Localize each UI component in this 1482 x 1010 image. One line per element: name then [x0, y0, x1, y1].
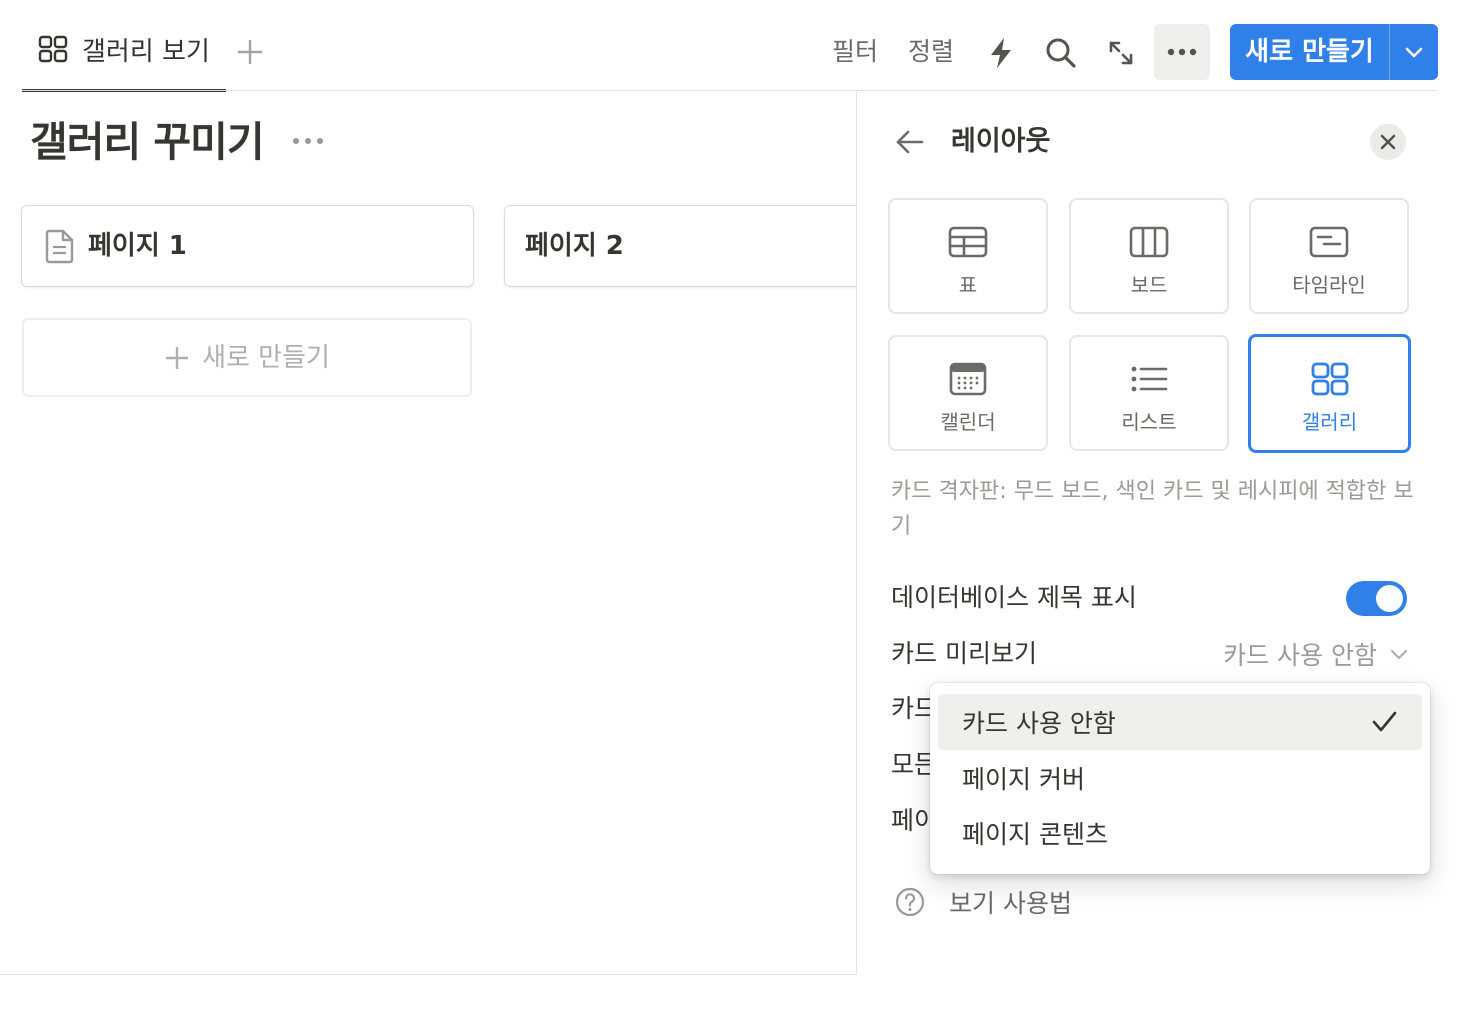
layout-label: 리스트	[1121, 410, 1177, 434]
expand-icon[interactable]	[1104, 36, 1138, 70]
gallery-card[interactable]: 페이지 1	[21, 205, 474, 287]
calendar-icon	[949, 362, 987, 396]
layout-option-timeline[interactable]: 타임라인	[1249, 198, 1409, 314]
board-icon	[1129, 226, 1169, 258]
new-button-dropdown[interactable]	[1390, 24, 1438, 80]
page-document-icon	[45, 229, 74, 264]
question-circle-icon	[895, 887, 925, 917]
layout-option-calendar[interactable]: 캘린더	[888, 335, 1048, 451]
layout-option-board[interactable]: 보드	[1069, 198, 1229, 314]
chevron-down-icon	[1390, 649, 1408, 660]
help-link[interactable]: 보기 사용법	[895, 884, 1072, 920]
layout-description: 카드 격자판: 무드 보드, 색인 카드 및 레시피에 적합한 보기	[891, 479, 1414, 539]
toggle-knob	[1376, 585, 1403, 612]
gallery-icon	[38, 35, 68, 63]
timeline-icon	[1309, 226, 1349, 258]
select-value: 카드 사용 안함	[1223, 641, 1377, 670]
top-bar: 갤러리 보기 필터 정렬 새로 만들기	[0, 0, 1482, 92]
layout-label: 표	[958, 273, 978, 297]
option-label: 페이지 커버	[962, 765, 1085, 794]
setting-label: 데이터베이스 제목 표시	[891, 583, 1137, 612]
gallery-icon	[1311, 362, 1348, 396]
tab-gallery-view[interactable]: 갤러리 보기	[22, 20, 226, 92]
add-card-label: 새로 만들기	[202, 342, 330, 373]
chevron-down-icon	[1405, 47, 1423, 58]
plus-icon	[166, 346, 189, 369]
layout-option-gallery[interactable]: 갤러리	[1248, 334, 1411, 453]
card-preview-select[interactable]: 카드 사용 안함	[1209, 634, 1409, 674]
setting-label: 카드 미리보기	[891, 639, 1037, 668]
dropdown-option-page-content[interactable]: 페이지 콘텐츠	[938, 805, 1422, 861]
card-title: 페이지 1	[88, 231, 187, 261]
layout-option-list[interactable]: 리스트	[1069, 335, 1229, 451]
option-label: 페이지 콘텐츠	[962, 820, 1108, 849]
tab-label: 갤러리 보기	[82, 37, 210, 67]
automation-lightning-icon[interactable]	[984, 36, 1018, 70]
new-button[interactable]: 새로 만들기	[1230, 24, 1390, 80]
add-view-icon[interactable]	[234, 36, 266, 68]
show-database-title-toggle[interactable]	[1346, 581, 1407, 616]
option-label: 카드 사용 안함	[962, 709, 1116, 738]
list-icon	[1131, 366, 1168, 392]
layout-option-table[interactable]: 표	[888, 198, 1048, 314]
back-arrow-icon[interactable]	[895, 128, 925, 156]
dropdown-option-page-cover[interactable]: 페이지 커버	[938, 750, 1422, 806]
layout-label: 캘린더	[940, 410, 996, 434]
more-dots-icon	[1167, 48, 1197, 56]
database-more-icon[interactable]	[290, 126, 326, 156]
more-options-button[interactable]	[1154, 24, 1210, 80]
divider	[22, 90, 1438, 91]
layout-label: 갤러리	[1301, 410, 1358, 434]
checkmark-icon	[1372, 711, 1397, 732]
close-icon	[1380, 134, 1396, 150]
table-icon	[948, 226, 988, 258]
help-label: 보기 사용법	[949, 889, 1072, 918]
layout-label: 타임라인	[1292, 273, 1366, 297]
new-button-group: 새로 만들기	[1230, 24, 1438, 80]
panel-title: 레이아웃	[951, 126, 1051, 157]
add-card-button[interactable]: 새로 만들기	[22, 318, 472, 397]
card-preview-dropdown: 카드 사용 안함 페이지 커버 페이지 콘텐츠	[930, 683, 1430, 874]
gallery-card[interactable]: 페이지 2	[504, 205, 864, 287]
show-database-title-setting: 데이터베이스 제목 표시	[891, 578, 1411, 618]
close-button[interactable]	[1370, 124, 1406, 160]
filter-button[interactable]: 필터	[832, 34, 878, 70]
search-icon[interactable]	[1044, 36, 1078, 70]
card-title: 페이지 2	[525, 231, 624, 261]
dropdown-option-none[interactable]: 카드 사용 안함	[938, 694, 1422, 750]
database-title[interactable]: 갤러리 꾸미기	[30, 114, 265, 170]
sort-button[interactable]: 정렬	[908, 34, 954, 70]
layout-label: 보드	[1130, 273, 1168, 297]
